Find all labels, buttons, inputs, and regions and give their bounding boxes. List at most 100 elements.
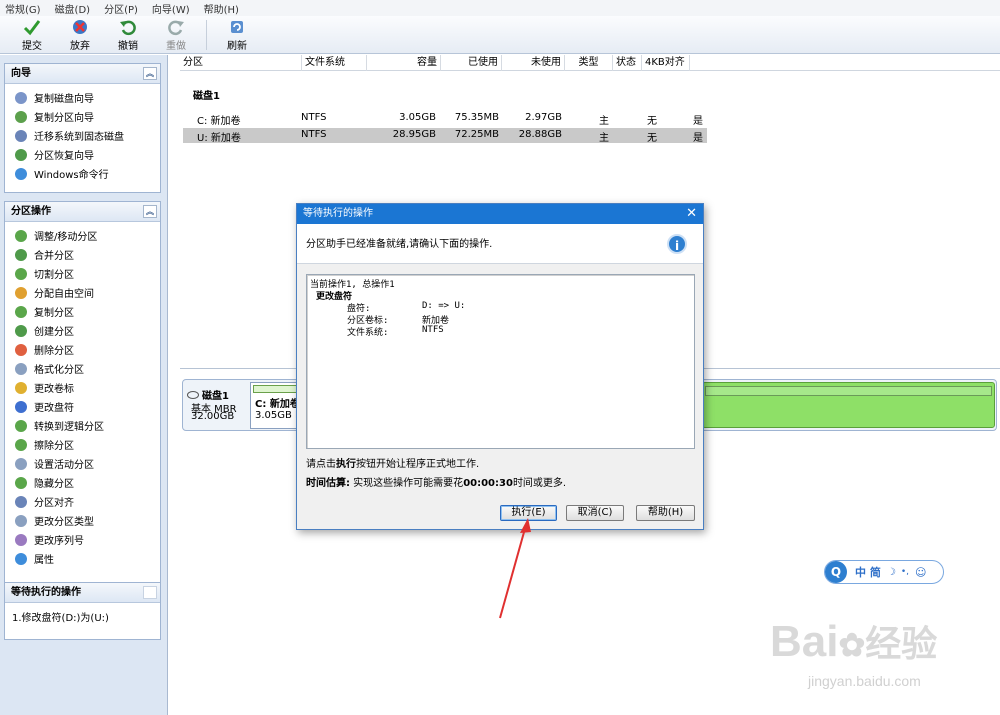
table-row-selected[interactable]: U: 新加卷 NTFS 28.95GB 72.25MB 28.88GB 主 无 … bbox=[183, 128, 707, 144]
op-merge[interactable]: 合并分区 bbox=[5, 245, 160, 264]
op-resize[interactable]: 调整/移动分区 bbox=[5, 226, 160, 245]
op-split[interactable]: 切割分区 bbox=[5, 264, 160, 283]
note-pre: 请点击 bbox=[306, 459, 336, 470]
ime-toolbar[interactable]: Q 中 简 ☽ •, ☺ bbox=[824, 560, 944, 584]
pending-title: 等待执行的操作 bbox=[11, 587, 81, 598]
col-free[interactable]: 未使用 bbox=[502, 55, 565, 71]
wizard-item-cmd[interactable]: Windows命令行 bbox=[5, 164, 160, 183]
op-properties[interactable]: 属性 bbox=[5, 549, 160, 568]
col-type[interactable]: 类型 bbox=[565, 55, 613, 71]
windows-icon bbox=[15, 167, 27, 180]
op-hide[interactable]: 隐藏分区 bbox=[5, 473, 160, 492]
disk-icon bbox=[15, 91, 27, 104]
watermark-brand2: 经验 bbox=[865, 623, 938, 664]
ime-punct-icon: •, bbox=[900, 567, 909, 577]
ime-moon-icon: ☽ bbox=[886, 566, 896, 578]
op-drive-letter[interactable]: 更改盘符 bbox=[5, 397, 160, 416]
wizard-item-recovery[interactable]: 分区恢复向导 bbox=[5, 145, 160, 164]
disk-group-label: 磁盘1 bbox=[193, 91, 220, 102]
menu-disk[interactable]: 磁盘(D) bbox=[55, 1, 91, 16]
op-label: 复制分区 bbox=[34, 308, 74, 319]
cell-4kb: 是 bbox=[693, 133, 703, 144]
op-set-active[interactable]: 设置活动分区 bbox=[5, 454, 160, 473]
op-create[interactable]: 创建分区 bbox=[5, 321, 160, 340]
op-label: 合并分区 bbox=[34, 251, 74, 262]
close-icon[interactable]: ✕ bbox=[686, 204, 697, 224]
op-change-type[interactable]: 更改分区类型 bbox=[5, 511, 160, 530]
convert-icon bbox=[15, 419, 27, 432]
instruction-note: 请点击执行按钮开始让程序正式地工作. bbox=[306, 455, 479, 470]
active-icon bbox=[15, 457, 27, 470]
col-capacity[interactable]: 容量 bbox=[367, 55, 441, 71]
op-serial[interactable]: 更改序列号 bbox=[5, 530, 160, 549]
discard-button[interactable]: 放弃 bbox=[56, 16, 104, 54]
usage-bar bbox=[253, 385, 297, 393]
op-label: 更改分区类型 bbox=[34, 517, 94, 528]
collapse-icon[interactable]: ︽ bbox=[143, 67, 157, 80]
menu-wizard[interactable]: 向导(W) bbox=[152, 1, 190, 16]
op-label: 转换到逻辑分区 bbox=[34, 422, 104, 433]
field-label: 文件系统: bbox=[347, 328, 389, 338]
create-icon bbox=[15, 324, 27, 337]
col-status[interactable]: 状态 bbox=[613, 55, 642, 71]
table-row[interactable]: C: 新加卷 NTFS 3.05GB 75.35MB 2.97GB 主 无 是 bbox=[183, 111, 707, 127]
undo-icon bbox=[120, 20, 136, 36]
op-allocate[interactable]: 分配自由空间 bbox=[5, 283, 160, 302]
refresh-button[interactable]: 刷新 bbox=[213, 16, 261, 54]
partition-block-c[interactable]: C: 新加卷 3.05GB N bbox=[250, 382, 300, 429]
cell-4kb: 是 bbox=[693, 116, 703, 127]
op-label-change[interactable]: 更改卷标 bbox=[5, 378, 160, 397]
ime-emoji-icon: ☺ bbox=[914, 565, 927, 579]
op-convert-logical[interactable]: 转换到逻辑分区 bbox=[5, 416, 160, 435]
col-4kb[interactable]: 4KB对齐 bbox=[642, 55, 690, 71]
dialog-banner: 分区助手已经准备就绪,请确认下面的操作. i bbox=[297, 224, 703, 264]
partition-size: 3.05GB N bbox=[255, 410, 299, 421]
watermark-url: jingyan.baidu.com bbox=[808, 673, 921, 689]
partition-block-u[interactable] bbox=[702, 382, 995, 428]
menu-partition[interactable]: 分区(P) bbox=[104, 1, 138, 16]
op-delete[interactable]: 删除分区 bbox=[5, 340, 160, 359]
wizard-item-copy-disk[interactable]: 复制磁盘向导 bbox=[5, 88, 160, 107]
col-filesystem[interactable]: 文件系统 bbox=[302, 55, 367, 71]
disk-map-size: 32.00GB bbox=[191, 411, 235, 422]
dialog-titlebar[interactable]: 等待执行的操作 ✕ bbox=[297, 204, 703, 224]
menu-help[interactable]: 帮助(H) bbox=[204, 1, 239, 16]
op-align[interactable]: 分区对齐 bbox=[5, 492, 160, 511]
menu-general[interactable]: 常规(G) bbox=[5, 1, 41, 16]
op-label: 隐藏分区 bbox=[34, 479, 74, 490]
wizard-item-label: 复制分区向导 bbox=[34, 113, 94, 124]
discard-icon bbox=[73, 20, 87, 34]
op-wipe[interactable]: 擦除分区 bbox=[5, 435, 160, 454]
discard-label: 放弃 bbox=[70, 41, 90, 52]
partition-ops-panel: 分区操作 ︽ 调整/移动分区 合并分区 切割分区 分配自由空间 复制分区 创建分… bbox=[4, 201, 161, 621]
op-label: 更改盘符 bbox=[34, 403, 74, 414]
allocate-icon bbox=[15, 286, 27, 299]
wizard-item-migrate-ssd[interactable]: 迁移系统到固态磁盘 bbox=[5, 126, 160, 145]
col-used[interactable]: 已使用 bbox=[441, 55, 502, 71]
help-button[interactable]: 帮助(H) bbox=[636, 505, 695, 521]
collapse-box[interactable] bbox=[143, 586, 157, 599]
collapse-icon[interactable]: ︽ bbox=[143, 205, 157, 218]
pending-panel: 等待执行的操作 1.修改盘符(D:)为(U:) bbox=[4, 582, 161, 640]
op-label: 更改卷标 bbox=[34, 384, 74, 395]
redo-label: 重做 bbox=[166, 41, 186, 52]
cancel-button[interactable]: 取消(C) bbox=[566, 505, 624, 521]
submit-button[interactable]: 提交 bbox=[8, 16, 56, 54]
col-partition[interactable]: 分区 bbox=[180, 55, 302, 71]
cell-capacity: 28.95GB bbox=[392, 129, 436, 140]
op-format[interactable]: 格式化分区 bbox=[5, 359, 160, 378]
dialog-title: 等待执行的操作 bbox=[303, 208, 373, 219]
hide-icon bbox=[15, 476, 27, 489]
delete-icon bbox=[15, 343, 27, 356]
undo-button[interactable]: 撤销 bbox=[104, 16, 152, 54]
cell-free: 28.88GB bbox=[518, 129, 562, 140]
format-icon bbox=[15, 362, 27, 375]
redo-button[interactable]: 重做 bbox=[152, 16, 200, 54]
wizard-item-copy-partition[interactable]: 复制分区向导 bbox=[5, 107, 160, 126]
wizard-panel-title: 向导 bbox=[11, 68, 31, 79]
op-copy[interactable]: 复制分区 bbox=[5, 302, 160, 321]
arrow-shaft bbox=[499, 524, 527, 619]
time-value: 00:00:30 bbox=[463, 478, 513, 489]
operations-list[interactable]: 当前操作1, 总操作1 更改盘符 盘符: D: => U: 分区卷标: 新加卷 … bbox=[306, 274, 695, 449]
ime-mode-text: 中 简 bbox=[855, 566, 881, 579]
